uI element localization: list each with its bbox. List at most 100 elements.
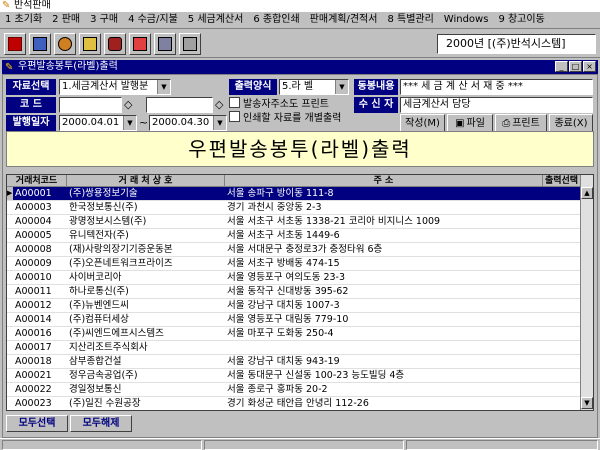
table-row[interactable]: A00023 (주)일진 수원공장 경기 화성군 태안읍 안녕리 112-26 — [7, 397, 581, 410]
cell-print-select[interactable] — [543, 327, 581, 338]
table-row[interactable]: A00004 광명정보시스템(주) 서울 서초구 서초동 1338-21 코리아 비… — [7, 215, 581, 229]
cell-print-select[interactable] — [543, 285, 581, 296]
minimize-button[interactable]: _ — [555, 61, 568, 72]
cell-code: A00022 — [15, 384, 52, 394]
select-all-button[interactable]: 모두선택 — [6, 415, 68, 432]
cell-print-select[interactable] — [543, 369, 581, 380]
company-display: 2000년 [(주)반석시스템] — [437, 34, 596, 54]
cell-print-select[interactable] — [543, 397, 581, 408]
enclosure-input[interactable]: *** 세 금 계 산 서 재 중 *** — [400, 79, 593, 95]
cell-print-select[interactable] — [543, 201, 581, 212]
database-icon[interactable] — [104, 33, 126, 55]
printer-icon[interactable] — [179, 33, 201, 55]
table-row[interactable]: A00017 지산리조트주식회사 — [7, 341, 581, 355]
tree-icon[interactable] — [29, 33, 51, 55]
cell-print-select[interactable] — [543, 229, 581, 240]
app-title: 반석판매 — [14, 0, 51, 11]
menu-item-special[interactable]: 8 특별관리 — [382, 12, 438, 28]
enclosure-label: 동봉내용 — [354, 79, 398, 95]
code-to-input[interactable] — [146, 97, 213, 113]
cell-address: 서울 서초구 방배동 474-15 — [227, 258, 340, 268]
header-print-select[interactable]: 출력선택 — [543, 175, 581, 187]
cell-name: (주)쌍용정보기술 — [69, 188, 138, 198]
deselect-all-button[interactable]: 모두해제 — [70, 415, 132, 432]
cell-print-select[interactable] — [543, 257, 581, 268]
cell-print-select[interactable] — [543, 355, 581, 366]
date-to-picker[interactable]: 2000.04.30 — [149, 115, 227, 131]
calculator-icon[interactable] — [154, 33, 176, 55]
menu-item-warehouse[interactable]: 9 창고이동 — [493, 12, 549, 28]
status-segment — [2, 440, 202, 450]
globe-icon[interactable] — [54, 33, 76, 55]
app-icon: ✎ — [2, 0, 11, 11]
print-sender-checkbox[interactable]: 발송자주소도 프린트 — [229, 97, 329, 112]
code-from-input[interactable] — [59, 97, 122, 113]
window-titlebar: ✎ 우편발송봉투(라벨)출력 _ □ × — [2, 60, 598, 74]
table-row[interactable]: A00011 하나로통신(주) 서울 동작구 신대방동 395-62 — [7, 285, 581, 299]
menu-item-purchase[interactable]: 3 구매 — [85, 12, 123, 28]
menu-item-init[interactable]: 1 초기화 — [0, 12, 47, 28]
cell-print-select[interactable] — [543, 299, 581, 310]
table-row[interactable]: A00021 정우금속공업(주) 서울 동대문구 신설동 100-23 능도빌딩 4… — [7, 369, 581, 383]
table-row[interactable]: A00003 한국정보통신(주) 경기 과천시 중앙동 2-3 — [7, 201, 581, 215]
cell-address: 경기 과천시 중앙동 2-3 — [227, 202, 322, 212]
pencil-icon[interactable] — [79, 33, 101, 55]
app-titlebar: ✎ 반석판매 — [0, 0, 600, 12]
table-row[interactable]: A00022 경일정보통신 서울 종로구 홍파동 20-2 — [7, 383, 581, 397]
window-icon: ✎ — [5, 62, 14, 73]
cell-name: 경일정보통신 — [69, 384, 122, 394]
receiver-input[interactable]: 세금계산서 담당 — [400, 97, 593, 113]
cell-name: (주)오픈네트워크프라이즈 — [69, 258, 173, 268]
table-row[interactable]: A00012 (주)뉴벤엔드씨 서울 강남구 대치동 1007-3 — [7, 299, 581, 313]
search-icon[interactable]: ◇ — [215, 98, 223, 112]
cell-print-select[interactable] — [543, 383, 581, 394]
table-row[interactable]: A00014 (주)컴퓨터세상 서울 영등포구 대림동 779-10 — [7, 313, 581, 327]
vertical-scrollbar[interactable]: ▲ ▼ — [580, 175, 593, 410]
data-select-dropdown[interactable]: 1.세금계산서 발행분 — [59, 79, 171, 95]
cell-print-select[interactable] — [543, 341, 581, 352]
cell-address — [225, 341, 543, 352]
table-row[interactable]: A00010 사이버코리아 서울 영등포구 여의도동 23-3 — [7, 271, 581, 285]
cell-print-select[interactable] — [543, 187, 581, 198]
cell-print-select[interactable] — [543, 243, 581, 254]
cell-name: 한국정보통신(주) — [69, 202, 138, 212]
cell-print-select[interactable] — [543, 271, 581, 282]
print-individual-checkbox[interactable]: 인쇄할 자료를 개별출력 — [229, 111, 341, 126]
output-mode-dropdown[interactable]: 5.라 벨 — [279, 79, 349, 95]
menu-item-print[interactable]: 6 종합인쇄 — [248, 12, 304, 28]
cell-code: A00001 — [15, 188, 52, 198]
cell-print-select[interactable] — [543, 313, 581, 324]
menu-item-tax-invoice[interactable]: 5 세금계산서 — [183, 12, 249, 28]
cell-print-select[interactable] — [543, 215, 581, 226]
door-icon[interactable] — [4, 33, 26, 55]
header-name[interactable]: 거 래 처 상 호 — [67, 175, 225, 187]
header-address[interactable]: 주 소 — [225, 175, 543, 187]
palette-icon[interactable] — [129, 33, 151, 55]
search-icon[interactable]: ◇ — [124, 98, 132, 112]
cell-code: A00021 — [15, 370, 52, 380]
table-row[interactable]: A00009 (주)오픈네트워크프라이즈 서울 서초구 방배동 474-15 — [7, 257, 581, 271]
table-row[interactable]: A00005 유니텍전자(주) 서울 서초구 서초동 1449-6 — [7, 229, 581, 243]
table-row[interactable]: A00018 삼부종합건설 서울 강남구 대치동 943-19 — [7, 355, 581, 369]
cell-name: (재)사랑의장기기증운동본 — [69, 244, 173, 254]
cell-address: 서울 강남구 대치동 943-19 — [227, 356, 340, 366]
menu-item-collection[interactable]: 4 수금/지불 — [123, 12, 183, 28]
header-code[interactable]: 거래처코드 — [7, 175, 67, 187]
menu-bar: 1 초기화 2 판매 3 구매 4 수금/지불 5 세금계산서 6 종합인쇄 판… — [0, 12, 600, 29]
table-row[interactable]: A00008 (재)사랑의장기기증운동본 서울 서대문구 충정로3가 충정타워 6층 — [7, 243, 581, 257]
menu-item-windows[interactable]: Windows — [439, 12, 494, 28]
file-button-label: 파일 — [466, 118, 485, 129]
floppy-icon: ▣ — [455, 118, 465, 129]
menu-item-sales[interactable]: 2 판매 — [47, 12, 85, 28]
scroll-down-arrow[interactable]: ▼ — [581, 397, 593, 409]
cell-address: 경기 화성군 태안읍 안녕리 112-26 — [227, 398, 369, 408]
menu-item-plan[interactable]: 판매계획/견적서 — [305, 12, 383, 28]
date-from-picker[interactable]: 2000.04.01 — [59, 115, 137, 131]
table-row[interactable]: A00016 (주)씨엔드에프시스템즈 서울 마포구 도화동 250-4 — [7, 327, 581, 341]
table-row[interactable]: ▶ A00001 (주)쌍용정보기술 서울 송파구 방이동 111-8 — [7, 187, 581, 201]
cell-code: A00009 — [15, 258, 52, 268]
close-button[interactable]: × — [583, 61, 596, 72]
maximize-button[interactable]: □ — [569, 61, 582, 72]
scroll-up-arrow[interactable]: ▲ — [581, 187, 593, 199]
page-title-banner: 우편발송봉투(라벨)출력 — [6, 131, 594, 167]
